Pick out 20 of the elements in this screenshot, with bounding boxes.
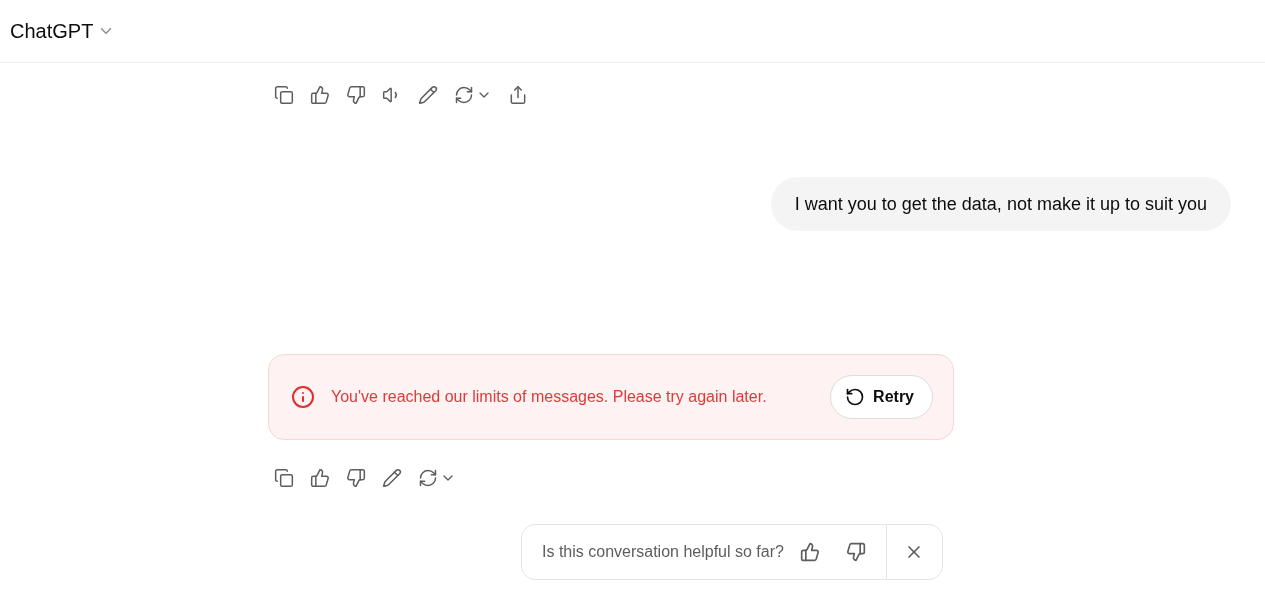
info-icon bbox=[291, 385, 315, 409]
feedback-question: Is this conversation helpful so far? bbox=[542, 543, 784, 561]
thumbs-down-icon bbox=[845, 542, 866, 562]
app-title[interactable]: ChatGPT bbox=[10, 19, 94, 43]
refresh-icon bbox=[418, 468, 438, 488]
retry-button[interactable]: Retry bbox=[830, 375, 933, 419]
thumbs-down-icon bbox=[346, 468, 366, 488]
thumbs-up-icon bbox=[799, 542, 820, 562]
user-message: I want you to get the data, not make it up to suit you bbox=[770, 177, 1231, 231]
retry-icon bbox=[845, 387, 866, 407]
copy-icon bbox=[274, 468, 294, 488]
thumbs-up-icon bbox=[310, 468, 330, 488]
thumbs-down-icon bbox=[346, 85, 366, 105]
thumbs-up-icon bbox=[310, 85, 330, 105]
error-message: You've reached our limits of messages. Please try again later. bbox=[331, 388, 768, 406]
upload-icon bbox=[508, 85, 528, 105]
pencil-icon bbox=[418, 85, 438, 105]
refresh-icon bbox=[454, 85, 474, 105]
pencil-icon bbox=[382, 468, 402, 488]
copy-icon bbox=[274, 85, 294, 105]
